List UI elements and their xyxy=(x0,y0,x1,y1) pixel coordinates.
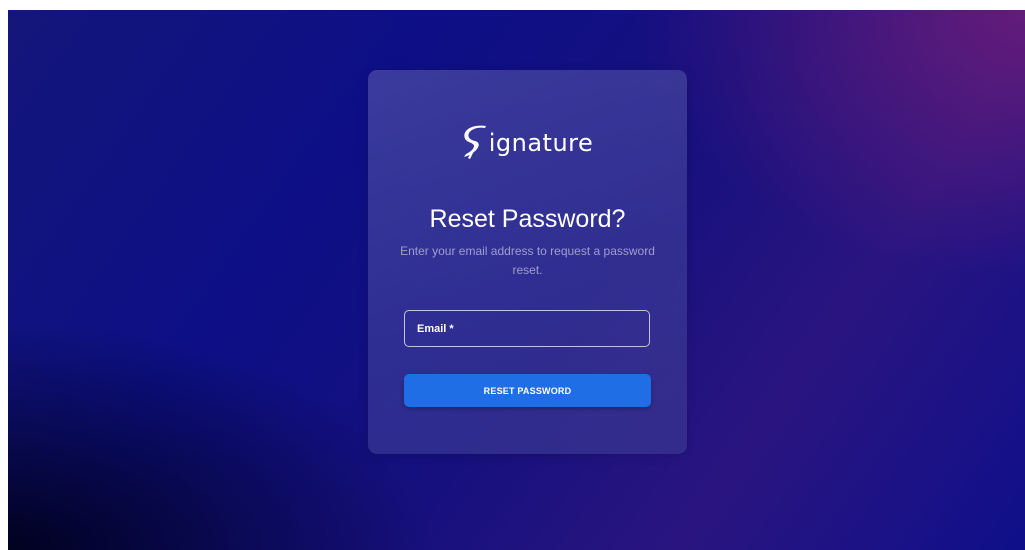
reset-password-button[interactable]: RESET PASSWORD xyxy=(404,374,651,407)
brand-logo: ignature xyxy=(368,122,687,162)
reset-password-button-label: RESET PASSWORD xyxy=(483,385,572,396)
email-field-label: Email * xyxy=(417,322,454,335)
reset-password-card: ignature Reset Password? Enter your emai… xyxy=(368,70,687,454)
page-title: Reset Password? xyxy=(429,205,626,233)
page-background: ignature Reset Password? Enter your emai… xyxy=(8,10,1025,550)
email-field[interactable]: Email * xyxy=(404,310,650,347)
signature-s-logo-icon xyxy=(463,125,486,159)
instructions-text: Enter your email address to request a pa… xyxy=(400,244,655,277)
brand-name: ignature xyxy=(488,129,594,157)
